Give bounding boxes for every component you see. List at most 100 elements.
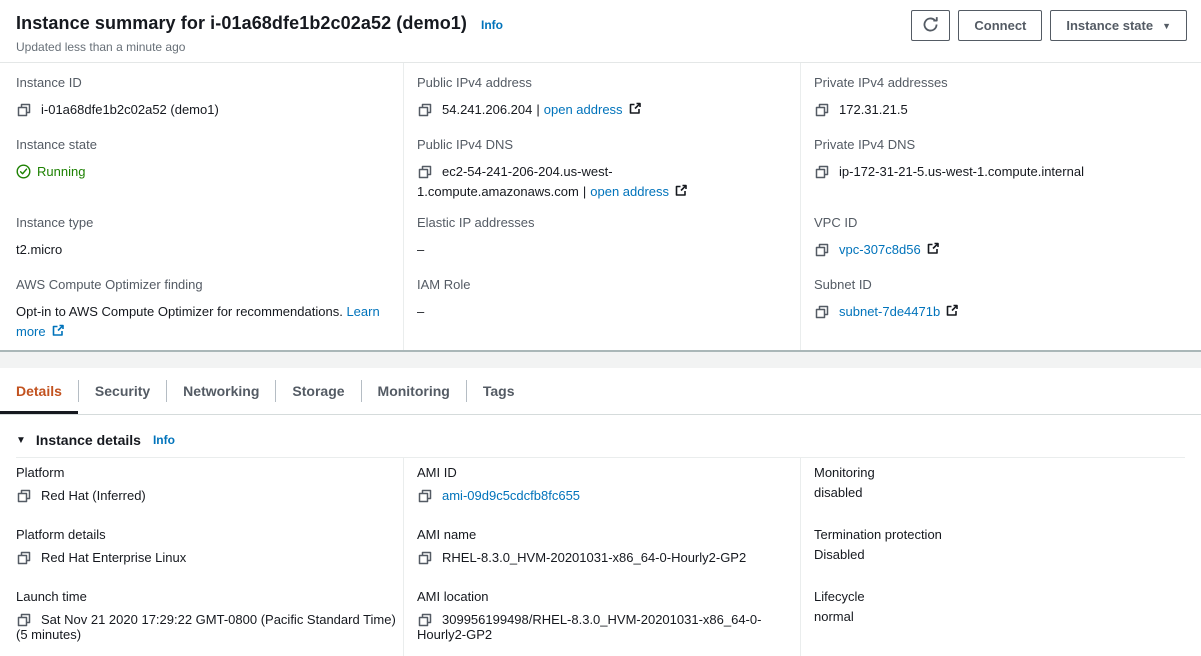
field-launch-time: Launch time Sat Nov 21 2020 17:29:22 GMT…	[16, 589, 403, 651]
lifecycle-value: normal	[814, 609, 854, 624]
field-platform: Platform Red Hat (Inferred)	[16, 465, 403, 527]
field-instance-type: Instance type t2.micro	[16, 215, 387, 277]
header-info-link[interactable]: Info	[481, 18, 503, 32]
copy-icon[interactable]	[418, 613, 432, 627]
field-label: Private IPv4 DNS	[814, 137, 1185, 152]
running-check-icon	[16, 164, 31, 179]
copy-icon[interactable]	[17, 613, 31, 627]
field-label: AMI ID	[417, 465, 800, 480]
external-link-icon[interactable]	[675, 184, 688, 197]
copy-icon[interactable]	[815, 305, 829, 319]
field-private-dns: Private IPv4 DNS ip-172-31-21-5.us-west-…	[814, 137, 1185, 215]
field-label: Monitoring	[814, 465, 1185, 480]
chevron-down-icon: ▼	[1162, 21, 1171, 31]
public-ipv4-value: 54.241.206.204	[442, 102, 532, 117]
field-ami-location: AMI location 309956199498/RHEL-8.3.0_HVM…	[417, 589, 800, 651]
field-ami-id: AMI ID ami-09d9c5cdcfb8fc655	[417, 465, 800, 527]
instance-details-section-header[interactable]: ▼ Instance details Info	[16, 432, 1185, 448]
details-column-1: Platform Red Hat (Inferred) Platform det…	[16, 458, 403, 656]
open-address-link[interactable]: open address	[544, 102, 623, 117]
instance-state-value: Running	[37, 164, 85, 179]
copy-icon[interactable]	[815, 165, 829, 179]
field-monitoring: Monitoring disabled	[814, 465, 1185, 527]
open-address-link[interactable]: open address	[590, 184, 669, 199]
field-elastic-ip: Elastic IP addresses –	[417, 215, 784, 277]
copy-icon[interactable]	[815, 243, 829, 257]
field-subnet-id: Subnet ID subnet-7de4471b	[814, 277, 1185, 322]
external-link-icon[interactable]	[629, 102, 642, 115]
details-tab-panel: ▼ Instance details Info Platform Red Hat…	[0, 415, 1201, 654]
page-title: Instance summary for i-01a68dfe1b2c02a52…	[16, 13, 467, 34]
details-column-3: Monitoring disabled Termination protecti…	[800, 458, 1185, 656]
copy-icon[interactable]	[815, 103, 829, 117]
instance-state-button-label: Instance state	[1066, 18, 1153, 33]
vpc-id-link[interactable]: vpc-307c8d56	[839, 242, 921, 257]
ami-id-link[interactable]: ami-09d9c5cdcfb8fc655	[442, 488, 580, 503]
ami-name-value: RHEL-8.3.0_HVM-20201031-x86_64-0-Hourly2…	[442, 550, 746, 565]
tab-networking[interactable]: Networking	[167, 368, 275, 414]
collapse-caret-icon: ▼	[16, 435, 26, 446]
field-label: Public IPv4 address	[417, 75, 784, 90]
instance-details-grid: Platform Red Hat (Inferred) Platform det…	[16, 458, 1185, 656]
field-label: VPC ID	[814, 215, 1185, 230]
elastic-ip-value: –	[417, 242, 424, 257]
external-link-icon[interactable]	[927, 242, 940, 255]
copy-icon[interactable]	[17, 489, 31, 503]
copy-icon[interactable]	[418, 165, 432, 179]
field-label: IAM Role	[417, 277, 784, 292]
copy-icon[interactable]	[418, 103, 432, 117]
tab-monitoring[interactable]: Monitoring	[362, 368, 466, 414]
summary-column-3: Private IPv4 addresses 172.31.21.5 Priva…	[800, 63, 1201, 350]
compute-optimizer-value: Opt-in to AWS Compute Optimizer for reco…	[16, 304, 343, 319]
field-termination-protection: Termination protection Disabled	[814, 527, 1185, 589]
details-column-2: AMI ID ami-09d9c5cdcfb8fc655 AMI name RH…	[403, 458, 800, 656]
external-link-icon[interactable]	[946, 304, 959, 317]
instance-summary-panel: Instance ID i-01a68dfe1b2c02a52 (demo1) …	[0, 63, 1201, 350]
section-info-link[interactable]: Info	[153, 433, 175, 447]
tab-storage[interactable]: Storage	[276, 368, 360, 414]
field-label: Instance ID	[16, 75, 387, 90]
summary-column-2: Public IPv4 address 54.241.206.204|open …	[403, 63, 800, 350]
termination-protection-value: Disabled	[814, 547, 865, 562]
platform-value: Red Hat (Inferred)	[41, 488, 146, 503]
refresh-button[interactable]	[911, 10, 950, 41]
field-label: AWS Compute Optimizer finding	[16, 277, 387, 292]
pipe-separator: |	[579, 184, 590, 199]
refresh-icon	[922, 16, 939, 36]
subnet-id-link[interactable]: subnet-7de4471b	[839, 304, 940, 319]
monitoring-value: disabled	[814, 485, 862, 500]
copy-icon[interactable]	[418, 551, 432, 565]
field-label: Public IPv4 DNS	[417, 137, 784, 152]
tab-tags[interactable]: Tags	[467, 368, 531, 414]
external-link-icon[interactable]	[52, 324, 65, 337]
connect-button[interactable]: Connect	[958, 10, 1042, 41]
field-public-ipv4: Public IPv4 address 54.241.206.204|open …	[417, 75, 784, 137]
tab-details[interactable]: Details	[0, 368, 78, 414]
ami-location-value: 309956199498/RHEL-8.3.0_HVM-20201031-x86…	[417, 612, 761, 642]
section-title: Instance details	[36, 432, 141, 448]
field-label: Platform	[16, 465, 403, 480]
launch-time-value: Sat Nov 21 2020 17:29:22 GMT-0800 (Pacif…	[16, 612, 396, 642]
field-label: Platform details	[16, 527, 403, 542]
tab-bar: Details Security Networking Storage Moni…	[0, 368, 1201, 415]
instance-id-value: i-01a68dfe1b2c02a52 (demo1)	[41, 102, 219, 117]
field-label: Lifecycle	[814, 589, 1185, 604]
private-dns-value: ip-172-31-21-5.us-west-1.compute.interna…	[839, 164, 1084, 179]
updated-text: Updated less than a minute ago	[16, 40, 1185, 54]
field-public-dns: Public IPv4 DNS ec2-54-241-206-204.us-we…	[417, 137, 784, 215]
header-actions: Connect Instance state ▼	[911, 10, 1187, 41]
private-ipv4-value: 172.31.21.5	[839, 102, 908, 117]
copy-icon[interactable]	[418, 489, 432, 503]
platform-details-value: Red Hat Enterprise Linux	[41, 550, 186, 565]
copy-icon[interactable]	[17, 103, 31, 117]
copy-icon[interactable]	[17, 551, 31, 565]
field-ami-name: AMI name RHEL-8.3.0_HVM-20201031-x86_64-…	[417, 527, 800, 589]
iam-role-value: –	[417, 304, 424, 319]
field-iam-role: IAM Role –	[417, 277, 784, 322]
field-label: Subnet ID	[814, 277, 1185, 292]
instance-state-button[interactable]: Instance state ▼	[1050, 10, 1187, 41]
page-header: Instance summary for i-01a68dfe1b2c02a52…	[0, 0, 1201, 63]
field-vpc-id: VPC ID vpc-307c8d56	[814, 215, 1185, 277]
field-private-ipv4: Private IPv4 addresses 172.31.21.5	[814, 75, 1185, 137]
tab-security[interactable]: Security	[79, 368, 166, 414]
